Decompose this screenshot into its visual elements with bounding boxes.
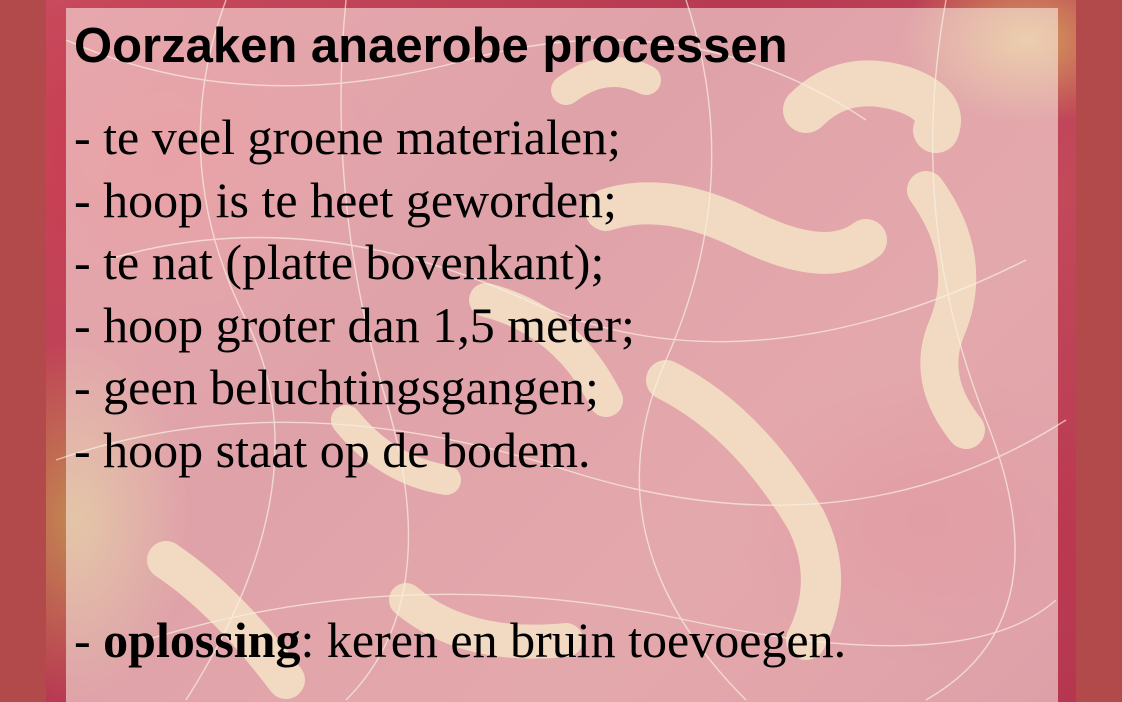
list-item: - geen beluchtingsgangen; bbox=[74, 356, 635, 419]
list-item: - hoop groter dan 1,5 meter; bbox=[74, 294, 635, 357]
list-dash: - bbox=[74, 421, 104, 478]
solution-line: - oplossing: keren en bruin toevoegen. bbox=[74, 608, 846, 672]
list-dash: - bbox=[74, 109, 104, 165]
list-dash: - bbox=[74, 296, 104, 353]
causes-list: - te veel groene materialen; - hoop is t… bbox=[74, 106, 635, 481]
list-item-text: hoop staat op de bodem. bbox=[103, 421, 591, 478]
list-item: - hoop is te heet geworden; bbox=[74, 169, 635, 232]
list-dash: - bbox=[74, 234, 104, 290]
solution-label: oplossing bbox=[103, 612, 301, 668]
solution-text: : keren en bruin toevoegen. bbox=[300, 612, 847, 668]
list-item-text: te veel groene materialen; bbox=[103, 109, 621, 165]
list-item: - te nat (platte bovenkant); bbox=[74, 231, 635, 294]
solution-dash: - bbox=[74, 612, 104, 668]
slide-title: Oorzaken anaerobe processen bbox=[74, 19, 788, 73]
list-item-text: geen beluchtingsgangen; bbox=[103, 359, 599, 415]
list-item-text: hoop groter dan 1,5 meter; bbox=[103, 296, 635, 353]
list-item-text: hoop is te heet geworden; bbox=[103, 171, 617, 228]
list-dash: - bbox=[74, 171, 104, 228]
list-item: - te veel groene materialen; bbox=[74, 106, 635, 169]
list-item: - hoop staat op de bodem. bbox=[74, 419, 635, 482]
list-item-text: te nat (platte bovenkant); bbox=[103, 234, 605, 290]
list-dash: - bbox=[74, 359, 104, 415]
